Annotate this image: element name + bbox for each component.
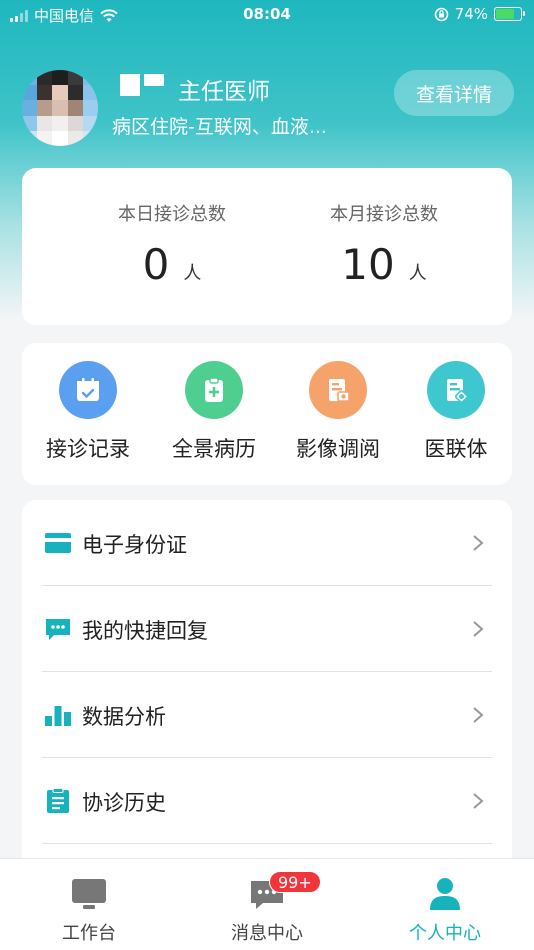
stat-today-unit: 人 bbox=[183, 263, 202, 284]
menu-item-label: 协诊历史 bbox=[82, 791, 166, 815]
quick-actions-card: 接诊记录 全景病历 影像调阅 医联体 bbox=[22, 343, 512, 485]
stat-month: 本月接诊总数 10 人 bbox=[284, 200, 484, 289]
menu-item-label: 数据分析 bbox=[82, 705, 166, 729]
chevron-right-icon bbox=[473, 793, 484, 809]
calendar-check-icon bbox=[59, 361, 117, 419]
quick-action-label: 医联体 bbox=[424, 437, 488, 461]
avatar[interactable] bbox=[22, 70, 98, 146]
doctor-department: 病区住院-互联网、血液... bbox=[112, 116, 327, 138]
tab-personal-center[interactable]: 个人中心 bbox=[380, 877, 510, 945]
status-bar: 中国电信 08:04 74% bbox=[0, 0, 534, 28]
tab-label: 消息中心 bbox=[231, 923, 303, 944]
quick-action-medical-alliance[interactable]: 医联体 bbox=[396, 361, 516, 463]
menu-item-data-analysis[interactable]: 数据分析 bbox=[42, 672, 492, 758]
quick-action-label: 影像调阅 bbox=[296, 437, 380, 461]
menu-item-label: 电子身份证 bbox=[82, 533, 187, 557]
chevron-right-icon bbox=[473, 621, 484, 637]
stat-month-unit: 人 bbox=[408, 263, 427, 284]
doctor-title: 主任医师 bbox=[178, 79, 270, 105]
monitor-icon bbox=[72, 879, 106, 909]
clipboard-list-icon bbox=[47, 788, 69, 813]
chevron-right-icon bbox=[473, 535, 484, 551]
status-right: 74% bbox=[434, 5, 525, 23]
quick-action-label: 接诊记录 bbox=[46, 437, 130, 461]
quick-action-label: 全景病历 bbox=[172, 437, 256, 461]
menu-item-label: 我的快捷回复 bbox=[82, 619, 208, 643]
person-icon bbox=[430, 878, 460, 910]
profile-header: 主任医师 病区住院-互联网、血液... 查看详情 bbox=[20, 68, 514, 148]
bar-chart-icon bbox=[45, 706, 71, 726]
tab-label: 个人中心 bbox=[409, 923, 481, 944]
doc-link-icon bbox=[427, 361, 485, 419]
menu-item-quick-reply[interactable]: 我的快捷回复 bbox=[42, 586, 492, 672]
tab-workbench[interactable]: 工作台 bbox=[24, 877, 154, 945]
rotation-lock-icon bbox=[434, 7, 448, 21]
quick-action-consultation-records[interactable]: 接诊记录 bbox=[28, 361, 148, 463]
image-doc-icon bbox=[309, 361, 367, 419]
settings-menu: 电子身份证 我的快捷回复 数据分析 协诊历史 bbox=[22, 500, 512, 880]
menu-item-electronic-id[interactable]: 电子身份证 bbox=[42, 500, 492, 586]
tab-label: 工作台 bbox=[62, 923, 116, 944]
stat-today-value: 0 bbox=[142, 240, 170, 289]
unread-badge: 99+ bbox=[269, 871, 321, 893]
battery-icon bbox=[494, 7, 525, 21]
tab-messages[interactable]: 99+ 消息中心 bbox=[202, 871, 332, 945]
quick-action-image-review[interactable]: 影像调阅 bbox=[278, 361, 398, 463]
quick-action-panoramic-record[interactable]: 全景病历 bbox=[154, 361, 274, 463]
consultation-stats-card: 本日接诊总数 0 人 本月接诊总数 10 人 bbox=[22, 168, 512, 325]
stat-month-value: 10 bbox=[341, 240, 395, 289]
stat-today-label: 本日接诊总数 bbox=[118, 204, 226, 225]
chevron-right-icon bbox=[473, 707, 484, 723]
bottom-tab-bar: 工作台 99+ 消息中心 个人中心 bbox=[0, 858, 534, 950]
clipboard-plus-icon bbox=[185, 361, 243, 419]
chat-bubble-icon bbox=[46, 619, 70, 640]
view-details-button[interactable]: 查看详情 bbox=[394, 70, 514, 116]
menu-item-consultation-history[interactable]: 协诊历史 bbox=[42, 758, 492, 844]
id-card-icon bbox=[45, 533, 71, 553]
stat-today: 本日接诊总数 0 人 bbox=[72, 200, 272, 289]
stat-month-label: 本月接诊总数 bbox=[330, 204, 438, 225]
doctor-name-obscured bbox=[120, 74, 164, 96]
battery-percent: 74% bbox=[454, 5, 488, 23]
